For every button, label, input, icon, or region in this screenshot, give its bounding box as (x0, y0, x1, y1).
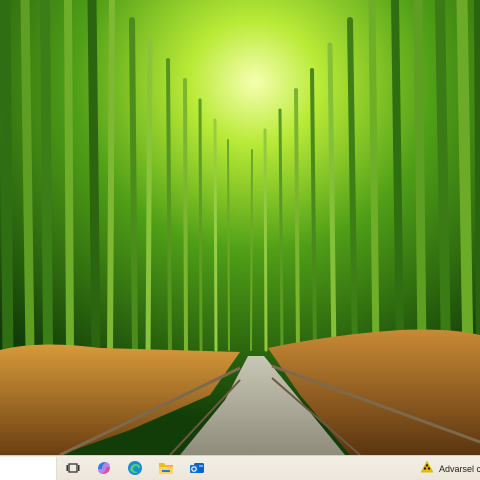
taskbar: Advarsel c (0, 455, 480, 480)
copilot-icon[interactable] (95, 459, 113, 477)
task-view-icon[interactable] (64, 459, 82, 477)
notification-text: Advarsel c (439, 463, 480, 474)
file-explorer-icon[interactable] (157, 459, 175, 477)
notification-area[interactable]: Advarsel c (420, 458, 480, 479)
search-input[interactable] (0, 457, 57, 480)
outlook-icon[interactable] (188, 459, 206, 477)
edge-browser-icon[interactable] (126, 459, 144, 477)
warning-icon (420, 460, 434, 478)
desktop-wallpaper (0, 0, 480, 455)
